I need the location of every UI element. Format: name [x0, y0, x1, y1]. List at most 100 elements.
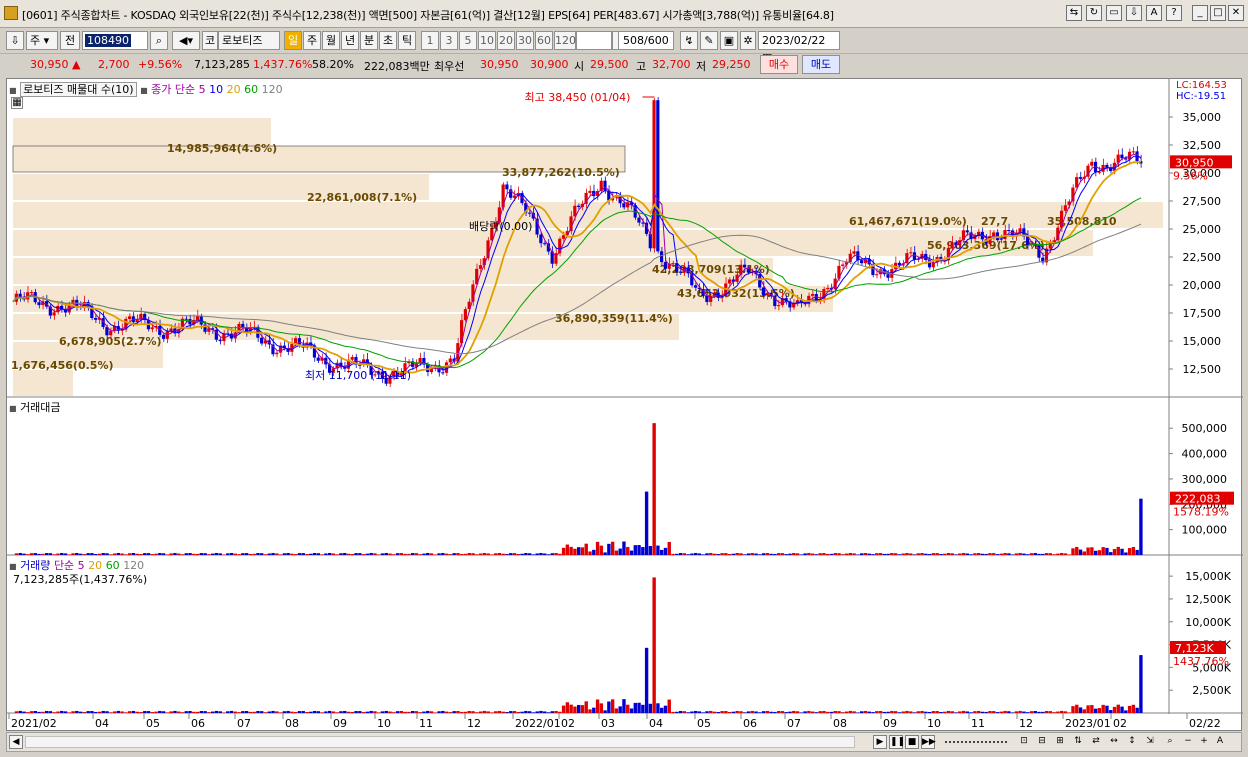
tool-icon-8[interactable]: ⇲	[1143, 735, 1157, 749]
ma-label[interactable]: 종가 단순 5	[151, 83, 205, 96]
font-size-icon[interactable]: A	[1213, 735, 1227, 749]
sell-button[interactable]: 매도	[802, 55, 840, 74]
prev-button[interactable]: 전	[60, 31, 80, 50]
amount-bar	[1139, 498, 1143, 555]
volume-bar	[637, 702, 641, 713]
interval-button-30[interactable]: 30	[516, 31, 534, 50]
volume-bar	[943, 711, 947, 713]
fast-forward-icon[interactable]: ▶▶	[921, 735, 936, 749]
link-icon[interactable]: ⇆	[1066, 5, 1082, 21]
volume-bar	[856, 712, 860, 713]
tool-icon-6[interactable]: ↔	[1107, 735, 1121, 749]
font-icon[interactable]: A	[1146, 5, 1162, 21]
pin-icon[interactable]: ⇩	[6, 31, 24, 50]
amount-bar	[154, 553, 158, 555]
amount-legend-label[interactable]: 거래대금	[20, 401, 60, 414]
interval-button-1[interactable]: 1	[421, 31, 439, 50]
date-field[interactable]: 2023/02/22 ▦	[758, 31, 840, 64]
tool-icon-4[interactable]: ⇅	[1071, 735, 1085, 749]
volume-tick-label: 15,000K	[1185, 570, 1231, 583]
zoom-icon[interactable]: ⌕	[1163, 735, 1177, 749]
interval-button-3[interactable]: 3	[440, 31, 458, 50]
volume-bar	[90, 711, 94, 713]
type-select[interactable]: 주 ▾	[26, 31, 58, 50]
disk-icon[interactable]: ▣	[720, 31, 738, 50]
search-icon[interactable]: ⌕	[150, 31, 168, 50]
period-tab-0[interactable]: 일	[284, 31, 302, 50]
pause-icon[interactable]: ❚❚	[889, 735, 905, 749]
price-tick-label: 15,000	[1183, 335, 1222, 348]
amount-bar	[675, 553, 679, 555]
settings-icon[interactable]: ✲	[740, 31, 756, 50]
tool-icon-2[interactable]: ⊟	[1035, 735, 1049, 749]
date-value: 2023/02/22	[762, 34, 826, 47]
play-icon[interactable]: ▶	[873, 735, 887, 749]
candle-body	[671, 263, 675, 265]
volume-bar	[693, 710, 698, 713]
zoom-out-icon[interactable]: −	[1181, 735, 1195, 749]
ma60-label[interactable]: 60	[244, 83, 258, 96]
zoom-in-icon[interactable]: +	[1197, 735, 1211, 749]
count-field[interactable]: 508/600	[618, 31, 674, 50]
period-tab-1[interactable]: 주	[303, 31, 321, 50]
volume-bar	[482, 710, 487, 713]
scroll-left-icon[interactable]: ◀	[9, 735, 23, 749]
buy-button[interactable]: 매수	[760, 55, 798, 74]
count-value: 508	[623, 34, 644, 47]
period-tab-2[interactable]: 월	[322, 31, 340, 50]
code-input[interactable]: 108490	[82, 31, 148, 50]
amount-bar	[765, 553, 770, 555]
amount-bar	[71, 553, 75, 555]
close-button[interactable]: ✕	[1228, 5, 1244, 21]
interval-input[interactable]	[576, 31, 612, 50]
volume-bar	[44, 710, 49, 713]
volume-bar	[1127, 705, 1132, 713]
screen-icon[interactable]: ▭	[1106, 5, 1122, 21]
zoom-slider[interactable]	[945, 741, 1007, 743]
stop-icon[interactable]: ■	[905, 735, 919, 749]
scrollbar-track[interactable]	[25, 736, 855, 748]
amount-bar	[754, 553, 758, 555]
tool-icon-3[interactable]: ⊞	[1053, 735, 1067, 749]
period-tab-3[interactable]: 년	[341, 31, 359, 50]
stock-name[interactable]: 로보티즈	[218, 31, 280, 50]
amount-bar	[44, 553, 49, 555]
refresh-icon[interactable]: ↻	[1086, 5, 1102, 21]
ma20-label[interactable]: 20	[227, 83, 241, 96]
chart-area[interactable]: 35,000 32,500 30,000 27,500 25,000 22,500 20,0…	[6, 78, 1243, 732]
tool-icon-7[interactable]: ↕	[1125, 735, 1139, 749]
period-tab-4[interactable]: 분	[360, 31, 378, 50]
amount-bar	[565, 544, 570, 555]
volume-bar	[743, 712, 747, 713]
interval-button-10[interactable]: 10	[478, 31, 496, 50]
tool-icon-1[interactable]: ⊡	[1017, 735, 1031, 749]
help-icon[interactable]: ?	[1166, 5, 1182, 21]
volume-profile-label[interactable]: 로보티즈 매물대 수(10)	[20, 82, 137, 97]
candle-body	[539, 234, 543, 244]
minimize-button[interactable]: _	[1192, 5, 1208, 21]
chart-canvas[interactable]: 35,00032,50030,00027,50025,00022,50020,0…	[7, 79, 1243, 732]
interval-button-60[interactable]: 60	[535, 31, 553, 50]
interval-button-120[interactable]: 120	[554, 31, 576, 50]
period-tab-6[interactable]: 틱	[398, 31, 416, 50]
volume-profile-label: 1,676,456(0.5%)	[11, 359, 114, 372]
ma120-label[interactable]: 120	[262, 83, 283, 96]
grid-icon[interactable]: ▦	[11, 97, 23, 109]
save-icon[interactable]: ⇩	[1126, 5, 1142, 21]
volume-bar	[335, 712, 339, 713]
amount-bar	[195, 553, 200, 555]
draw-icon[interactable]: ✎	[700, 31, 718, 50]
maximize-button[interactable]: □	[1210, 5, 1226, 21]
speaker-icon[interactable]: ◀▾	[172, 31, 200, 50]
chart-type-icon[interactable]: ↯	[680, 31, 698, 50]
volume-bar	[505, 712, 509, 713]
amount-bar	[618, 548, 622, 555]
ma10-label[interactable]: 10	[209, 83, 223, 96]
volume-bar	[1124, 710, 1128, 713]
amount-bar	[992, 553, 996, 555]
interval-button-20[interactable]: 20	[497, 31, 515, 50]
tool-icon-5[interactable]: ⇄	[1089, 735, 1103, 749]
amount-tick-label: 300,000	[1182, 473, 1228, 486]
interval-button-5[interactable]: 5	[459, 31, 477, 50]
period-tab-5[interactable]: 초	[379, 31, 397, 50]
